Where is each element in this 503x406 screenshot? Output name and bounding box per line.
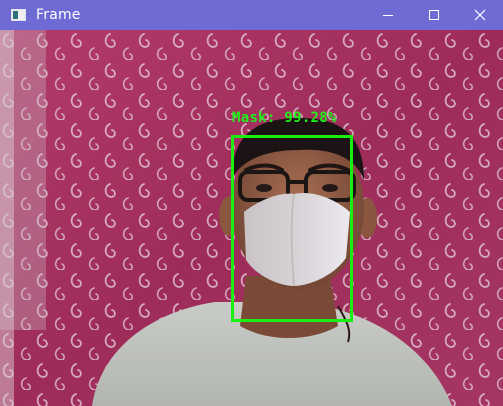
maximize-icon — [429, 10, 439, 20]
maximize-button[interactable] — [411, 0, 457, 30]
title-bar[interactable]: Frame — [0, 0, 503, 30]
video-frame: Mask: 99.28% — [0, 30, 503, 406]
detection-label: Mask: 99.28% — [232, 110, 337, 126]
close-button[interactable] — [457, 0, 503, 30]
frame-window: Frame Mask: 99.28% — [0, 0, 503, 406]
minimize-icon — [383, 15, 393, 16]
close-icon — [474, 9, 486, 21]
detection-bounding-box — [231, 135, 353, 322]
app-window-icon — [11, 9, 26, 21]
window-title: Frame — [36, 7, 81, 23]
window-controls — [365, 0, 503, 30]
minimize-button[interactable] — [365, 0, 411, 30]
